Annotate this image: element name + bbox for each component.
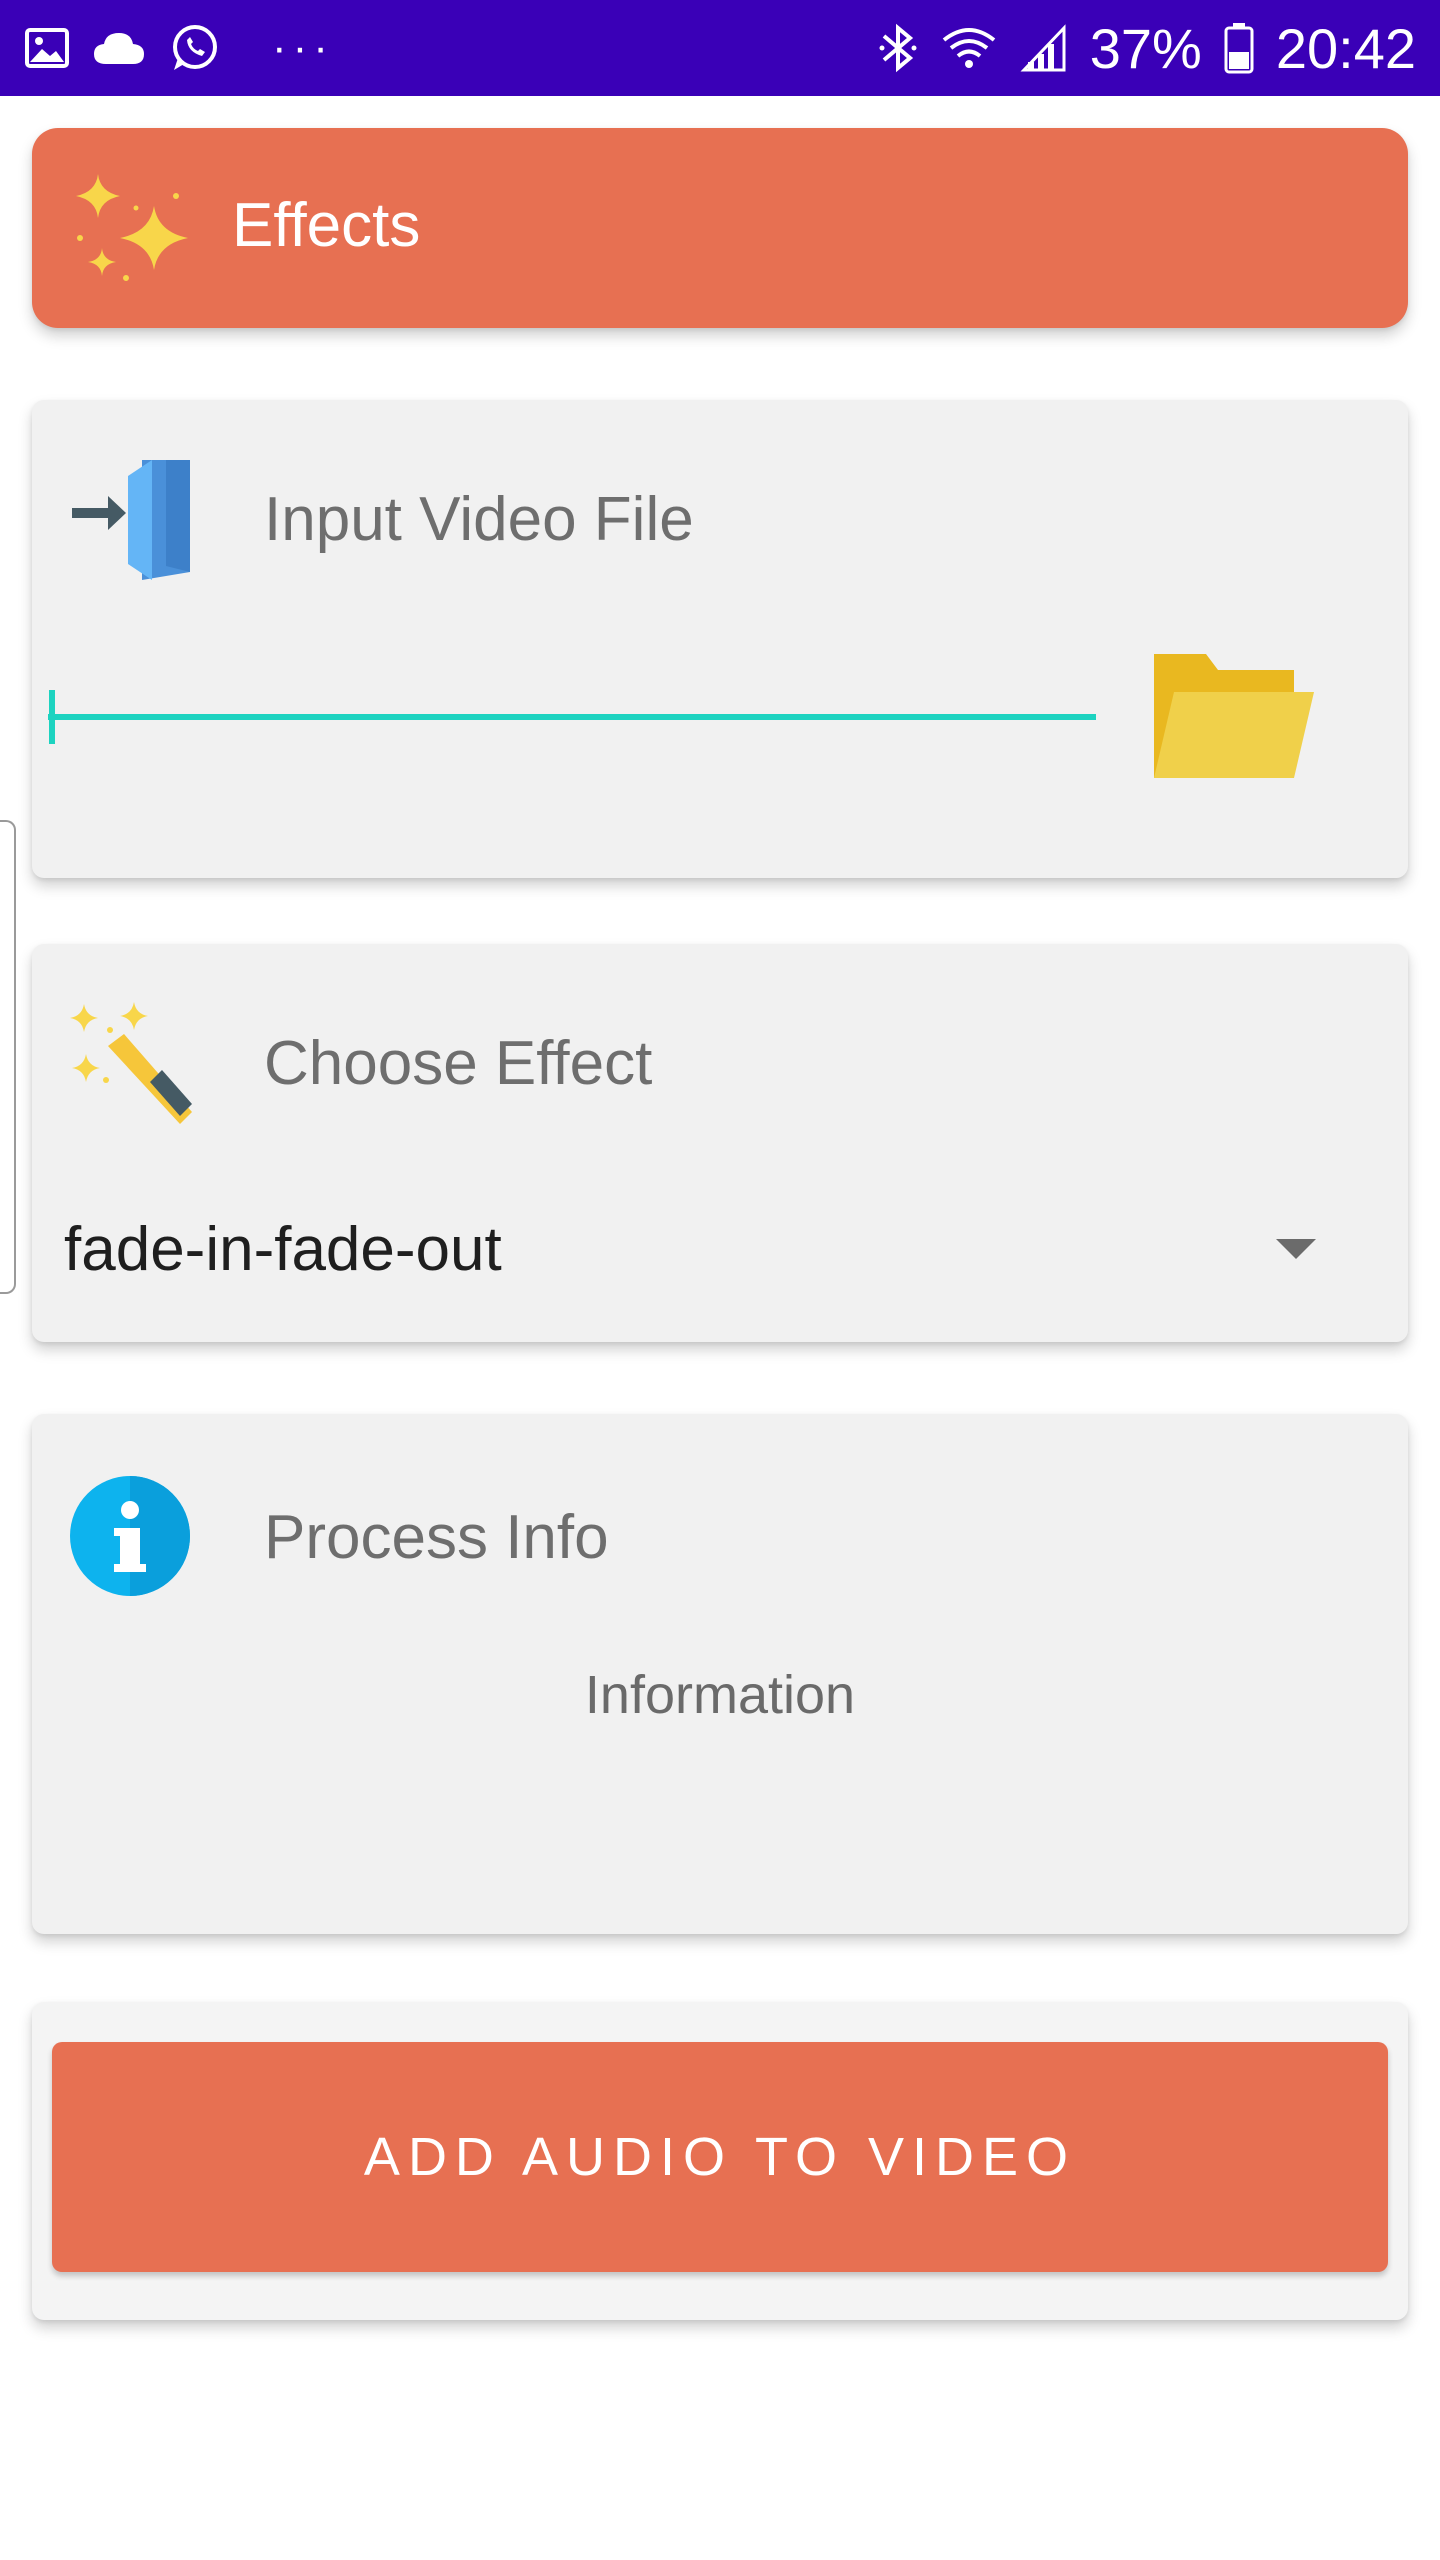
input-video-card: Input Video File: [32, 400, 1408, 878]
battery-percent: 37%: [1089, 16, 1202, 80]
folder-icon[interactable]: [1150, 648, 1314, 789]
text-cursor: [49, 690, 55, 744]
status-bar-right: 37% 20:42: [878, 16, 1416, 81]
process-info-title: Process Info: [264, 1503, 609, 1572]
clock: 20:42: [1275, 16, 1416, 80]
effect-dropdown[interactable]: fade-in-fade-out: [64, 1194, 1376, 1304]
video-file-input[interactable]: [48, 650, 1096, 720]
input-file-icon: [68, 456, 192, 585]
cloud-icon: [92, 28, 146, 68]
chevron-down-icon: [1276, 1239, 1316, 1259]
effect-selected-value: fade-in-fade-out: [64, 1214, 502, 1284]
process-info-card: Process Info Information: [32, 1414, 1408, 1934]
bluetooth-icon: [878, 22, 918, 74]
sparkles-icon: [68, 168, 196, 297]
whatsapp-icon: [168, 22, 220, 74]
choose-effect-card: Choose Effect fade-in-fade-out: [32, 944, 1408, 1342]
status-bar-left: ···: [24, 22, 334, 74]
choose-effect-title: Choose Effect: [264, 1029, 653, 1098]
add-audio-to-video-button[interactable]: ADD AUDIO TO VIDEO: [52, 2042, 1388, 2272]
status-bar: ··· 37% 20:42: [0, 0, 1440, 96]
info-icon: [68, 1474, 192, 1603]
wifi-icon: [940, 24, 998, 72]
effects-header: Effects: [32, 128, 1408, 328]
edge-panel-handle[interactable]: [0, 820, 16, 1294]
battery-icon: [1224, 22, 1254, 74]
process-info-text: Information: [584, 1665, 856, 1725]
more-notifications-indicator: ···: [272, 23, 334, 72]
magic-wand-icon: [68, 1000, 192, 1129]
header-title: Effects: [232, 191, 421, 260]
input-video-title: Input Video File: [264, 485, 694, 554]
action-card: ADD AUDIO TO VIDEO: [32, 2002, 1408, 2320]
signal-icon: [1020, 24, 1068, 72]
image-icon: [24, 25, 70, 71]
